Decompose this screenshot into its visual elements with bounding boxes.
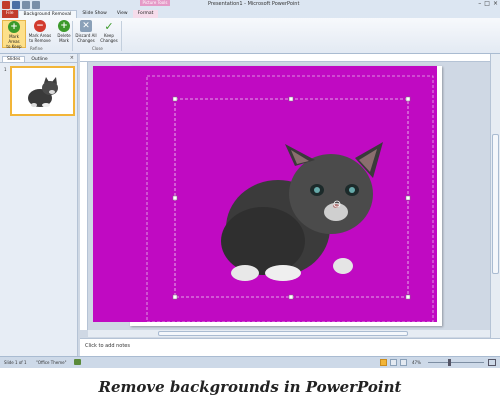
tab-slide-show[interactable]: Slide Show bbox=[77, 10, 112, 18]
background-removal-overlay[interactable] bbox=[93, 66, 437, 323]
button-label: Changes bbox=[100, 38, 118, 43]
slide-indicator: Slide 1 of 1 bbox=[4, 360, 27, 365]
theme-name: "Office Theme" bbox=[36, 360, 67, 365]
group-separator bbox=[121, 21, 122, 51]
tab-slides[interactable]: Slides bbox=[2, 56, 26, 62]
slide-number: 1 bbox=[4, 67, 7, 72]
fit-slide-icon[interactable] bbox=[488, 359, 496, 366]
zoom-slider[interactable] bbox=[428, 362, 484, 363]
reading-view-icon[interactable] bbox=[400, 359, 407, 366]
minimize-button[interactable]: – bbox=[478, 0, 481, 7]
discard-icon: ✕ bbox=[80, 20, 92, 32]
button-label: Mark Areas bbox=[8, 34, 20, 44]
app-icon[interactable] bbox=[2, 1, 10, 9]
horizontal-ruler bbox=[80, 54, 490, 68]
ribbon-tabs: File Background Removal Slide Show View … bbox=[0, 9, 500, 18]
minus-icon: − bbox=[34, 20, 46, 32]
tab-view[interactable]: View bbox=[112, 10, 133, 18]
normal-view-icon[interactable] bbox=[380, 359, 387, 366]
close-pane-icon[interactable]: × bbox=[70, 55, 74, 61]
notes-placeholder[interactable]: Click to add notes bbox=[85, 343, 130, 349]
button-label: to Remove bbox=[29, 38, 51, 43]
zoom-slider-thumb[interactable] bbox=[448, 359, 451, 366]
kitten-photo bbox=[221, 142, 383, 281]
maximize-button[interactable]: □ bbox=[484, 0, 490, 7]
vertical-scrollbar[interactable] bbox=[490, 54, 500, 340]
slide-sorter-icon[interactable] bbox=[390, 359, 397, 366]
keep-changes-button[interactable]: ✓ Keep Changes bbox=[97, 19, 121, 44]
redo-icon[interactable] bbox=[32, 1, 40, 9]
slides-pane-tabs: Slides Outline bbox=[0, 54, 77, 63]
zoom-level[interactable]: 47% bbox=[412, 360, 421, 365]
checkmark-icon: ✓ bbox=[104, 19, 114, 33]
ribbon: + Mark Areas to Keep − Mark Areas to Rem… bbox=[0, 18, 500, 54]
close-button[interactable]: × bbox=[493, 0, 498, 7]
window-title: Presentation1 - Microsoft PowerPoint bbox=[208, 1, 300, 7]
group-refine-label: Refine bbox=[30, 46, 43, 51]
window-controls: – □ × bbox=[478, 0, 498, 7]
mark-areas-to-keep-button[interactable]: + Mark Areas to Keep bbox=[2, 20, 26, 49]
discard-all-changes-button[interactable]: ✕ Discard All Changes bbox=[74, 20, 98, 43]
mark-areas-to-remove-button[interactable]: − Mark Areas to Remove bbox=[28, 20, 52, 43]
notes-pane[interactable]: Click to add notes bbox=[80, 338, 500, 356]
quick-access-toolbar bbox=[2, 1, 40, 9]
spellcheck-icon[interactable] bbox=[74, 359, 81, 365]
slides-pane: Slides Outline × 1 bbox=[0, 54, 78, 356]
caption: Remove backgrounds in PowerPoint bbox=[98, 378, 402, 396]
tab-outline[interactable]: Outline bbox=[27, 57, 51, 62]
vertical-ruler bbox=[80, 62, 88, 330]
undo-icon[interactable] bbox=[22, 1, 30, 9]
scroll-thumb[interactable] bbox=[158, 331, 408, 336]
button-label: to Keep bbox=[6, 44, 22, 49]
tab-format[interactable]: Format bbox=[132, 10, 159, 18]
horizontal-scrollbar[interactable] bbox=[88, 330, 490, 337]
group-close-label: Close bbox=[92, 46, 103, 51]
kitten-image[interactable] bbox=[93, 66, 437, 323]
button-label: Changes bbox=[77, 38, 95, 43]
tab-file[interactable]: File bbox=[2, 10, 18, 18]
group-separator bbox=[72, 21, 73, 51]
status-bar: Slide 1 of 1 "Office Theme" 47% bbox=[0, 356, 500, 368]
save-icon[interactable] bbox=[12, 1, 20, 9]
powerpoint-window: Picture Tools Presentation1 - Microsoft … bbox=[0, 0, 500, 368]
kitten-thumbnail-image bbox=[28, 77, 58, 107]
slide-thumbnail[interactable] bbox=[10, 66, 75, 116]
scroll-thumb[interactable] bbox=[492, 134, 499, 274]
delete-mark-icon: + bbox=[58, 20, 70, 32]
picture-tools-context-label: Picture Tools bbox=[140, 0, 170, 6]
plus-icon: + bbox=[8, 21, 20, 33]
tab-background-removal[interactable]: Background Removal bbox=[17, 10, 78, 18]
